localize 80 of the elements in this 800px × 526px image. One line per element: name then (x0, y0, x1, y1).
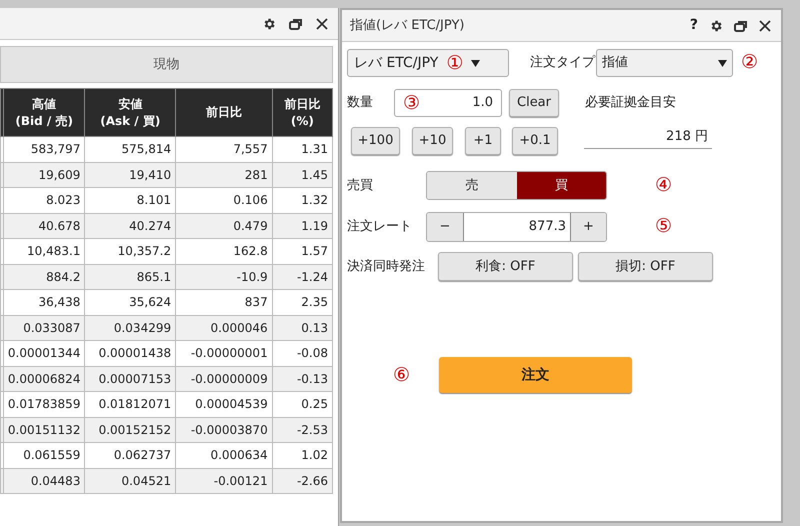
table-cell: 10,357.2 (84, 238, 176, 264)
order-type-select[interactable]: 指値 (596, 49, 733, 77)
increment-button[interactable]: +100 (351, 127, 400, 155)
order-button[interactable]: 注文 (439, 357, 632, 393)
window-title: 指値(レバ ETC/JPY) (350, 16, 466, 35)
table-cell: 36,438 (3, 290, 85, 315)
table-cell: 8.023 (3, 188, 85, 213)
settlement-button[interactable]: 損切: OFF (578, 252, 713, 281)
symbol-value: レバ ETC/JPY (354, 54, 438, 72)
symbol-select[interactable]: レバ ETC/JPY ① (347, 49, 509, 77)
side-label: 売買 (347, 176, 374, 195)
increment-button[interactable]: +1 (465, 127, 501, 155)
caret-icon (718, 60, 727, 66)
table-cell: 1.02 (272, 442, 332, 468)
order-type-label: 注文タイプ (530, 54, 596, 72)
rate-label: 注文レート (347, 218, 413, 236)
side-toggle[interactable]: 売 (427, 172, 516, 199)
tab[interactable]: 現物 (0, 46, 333, 83)
table-cell: 575,814 (84, 136, 176, 162)
table-cell: 1.31 (272, 136, 332, 162)
restore-window-icon[interactable] (289, 18, 303, 30)
rate-field[interactable]: 877.3 (463, 213, 571, 241)
table-header-cell (0, 88, 4, 136)
table-cell: 2.35 (272, 290, 332, 315)
increment-button[interactable]: +10 (412, 127, 453, 155)
table-cell: -0.00121 (176, 468, 272, 494)
settings-icon[interactable] (262, 16, 276, 30)
table-cell: 0.01783859 (3, 392, 85, 417)
help-button[interactable]: ? (690, 15, 698, 36)
decrement-button[interactable]: − (427, 213, 463, 241)
table-cell: 0.062737 (84, 442, 176, 468)
increment-button[interactable]: + (571, 213, 606, 241)
table-cell: -2.66 (272, 468, 332, 494)
annotation-number: ⑥ (393, 366, 410, 384)
table-cell: 10,483.1 (3, 238, 85, 264)
quantity-value: 1.0 (472, 94, 493, 112)
annotation-number: ⑤ (655, 215, 672, 237)
table-cell: 35,624 (84, 290, 176, 315)
table-cell: 0.106 (176, 188, 272, 213)
table-cell: 0.000634 (176, 442, 272, 468)
table-cell: 0.04521 (84, 468, 176, 494)
increment-button[interactable]: +0.1 (512, 127, 558, 155)
annotation-number: ① (446, 54, 464, 72)
margin-label: 必要証拠金目安 (585, 94, 676, 112)
restore-window-icon[interactable] (734, 20, 748, 32)
table-cell: 583,797 (3, 136, 85, 162)
caret-icon (471, 60, 480, 66)
table-cell: 0.25 (272, 392, 332, 417)
table-cell: -0.00000001 (176, 340, 272, 366)
annotation-number: ③ (403, 94, 420, 112)
table-cell: -0.08 (272, 340, 332, 366)
settlement-button[interactable]: 利食: OFF (438, 252, 573, 281)
table-header-cell: 前日比 (176, 88, 272, 136)
side-toggle[interactable]: 買 (516, 172, 606, 199)
order-type-value: 指値 (602, 54, 628, 72)
table-cell: 8.101 (84, 188, 176, 213)
settings-icon[interactable] (709, 18, 723, 32)
table-cell: 0.061559 (3, 442, 85, 468)
table-cell: 0.00001344 (3, 340, 85, 366)
close-icon[interactable] (759, 20, 771, 32)
table-cell: 1.32 (272, 188, 332, 213)
table-cell: 0.04483 (3, 468, 85, 494)
table-cell: 0.00004539 (176, 392, 272, 417)
settlement-label: 決済同時発注 (347, 258, 426, 276)
table-cell: 0.00001438 (84, 340, 176, 366)
close-icon[interactable] (316, 18, 328, 30)
table-header-cell: 高値 (Bid / 売) (3, 88, 85, 136)
table-header-cell: 安値 (Ask / 買) (84, 88, 176, 136)
table-header-cell: 前日比 (%) (272, 88, 332, 136)
table-cell: 7,557 (176, 136, 272, 162)
annotation-number: ④ (655, 174, 672, 196)
table-cell: 1.57 (272, 238, 332, 264)
table-cell: 837 (176, 290, 272, 315)
table-cell: 162.8 (176, 238, 272, 264)
clear-button[interactable]: Clear (509, 89, 559, 117)
table-cell: 0.01812071 (84, 392, 176, 417)
quantity-field[interactable]: ③ 1.0 (394, 89, 502, 117)
margin-value: 218 円 (584, 126, 712, 150)
quantity-label: 数量 (347, 94, 374, 112)
annotation-number: ② (741, 51, 758, 73)
